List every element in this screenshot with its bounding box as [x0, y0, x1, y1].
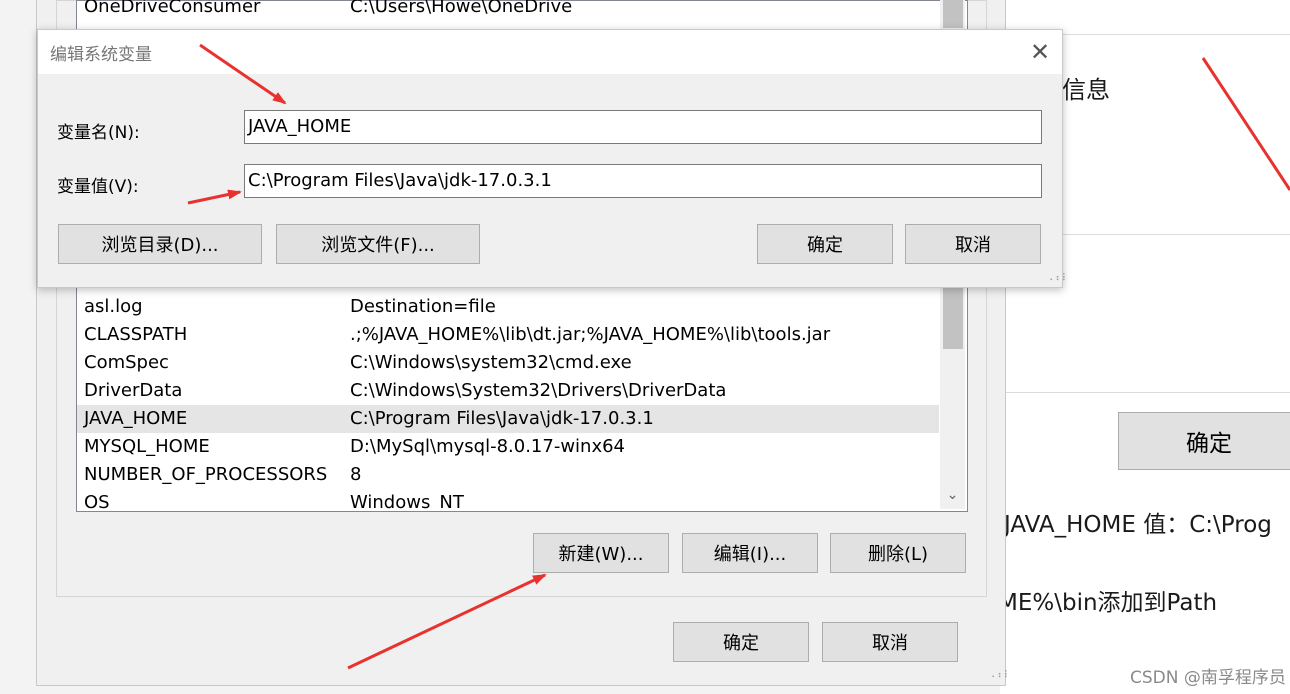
resize-grip-icon[interactable]: ⠠⠰⠸ [988, 670, 1008, 681]
variable-name: OneDriveConsumer [84, 0, 261, 17]
variable-value-label: 变量值(V): [57, 177, 139, 197]
variable-name: CLASSPATH [84, 324, 188, 345]
dialog-ok-button[interactable]: 确定 [757, 224, 893, 264]
dialog-title: 编辑系统变量 [50, 45, 152, 65]
variable-name: OS [84, 492, 110, 509]
table-row[interactable]: MYSQL_HOME D:\MySql\mysql-8.0.17-winx64 [77, 433, 939, 461]
variable-name: MYSQL_HOME [84, 436, 210, 457]
variable-value: Windows_NT [350, 492, 464, 509]
variable-value: Destination=file [350, 296, 496, 317]
variable-value: D:\MySql\mysql-8.0.17-winx64 [350, 436, 626, 457]
variable-name: asl.log [84, 296, 143, 317]
divider [1000, 392, 1290, 393]
close-icon[interactable]: ✕ [1023, 35, 1057, 69]
browse-directory-button[interactable]: 浏览目录(D)... [58, 224, 262, 264]
dialog-cancel-button[interactable]: 取消 [905, 224, 1041, 264]
background-text-line: JAVA_HOME 值：C:\Prog [1004, 512, 1272, 538]
variable-name: NUMBER_OF_PROCESSORS [84, 464, 328, 485]
variable-name-field[interactable]: JAVA_HOME [244, 110, 1042, 144]
edit-system-variable-dialog: 编辑系统变量 ✕ 变量名(N): JAVA_HOME 变量值(V): C:\Pr… [37, 29, 1066, 288]
variable-value: C:\Windows\system32\cmd.exe [350, 352, 632, 373]
table-row[interactable]: asl.log Destination=file [77, 293, 939, 321]
scrollbar-thumb[interactable] [943, 0, 963, 28]
dialog-titlebar: 编辑系统变量 ✕ [38, 30, 1062, 74]
watermark: CSDN @南孚程序员 [1130, 668, 1286, 688]
variable-value: C:\Program Files\Java\jdk-17.0.3.1 [350, 408, 654, 429]
resize-grip-icon[interactable]: ⠠⠰⠸ [1046, 273, 1066, 284]
table-row[interactable]: DriverData C:\Windows\System32\Drivers\D… [77, 377, 939, 405]
variable-value-field[interactable]: C:\Program Files\Java\jdk-17.0.3.1 [244, 164, 1042, 198]
table-row-selected[interactable]: JAVA_HOME C:\Program Files\Java\jdk-17.0… [77, 405, 939, 433]
variable-value: 8 [350, 464, 362, 485]
chevron-down-icon[interactable]: ⌄ [940, 484, 965, 506]
variable-name: DriverData [84, 380, 183, 401]
cancel-button[interactable]: 取消 [822, 622, 958, 662]
delete-button[interactable]: 删除(L) [830, 533, 966, 573]
background-ok-button[interactable]: 确定 [1118, 412, 1290, 470]
variable-name: ComSpec [84, 352, 169, 373]
browse-file-button[interactable]: 浏览文件(F)... [276, 224, 480, 264]
table-row[interactable]: OS Windows_NT [77, 489, 939, 509]
variable-name-label: 变量名(N): [57, 123, 140, 143]
table-row[interactable]: ComSpec C:\Windows\system32\cmd.exe [77, 349, 939, 377]
background-text-line: ME%\bin添加到Path [998, 590, 1218, 616]
scrollbar-thumb[interactable] [943, 287, 963, 349]
variable-value: .;%JAVA_HOME%\lib\dt.jar;%JAVA_HOME%\lib… [350, 324, 831, 345]
table-row[interactable]: OneDriveConsumer C:\Users\Howe\OneDrive [77, 0, 939, 21]
variable-value: C:\Windows\System32\Drivers\DriverData [350, 380, 727, 401]
edit-button[interactable]: 编辑(I)... [682, 533, 818, 573]
variable-value: C:\Users\Howe\OneDrive [350, 0, 573, 17]
variable-name: JAVA_HOME [84, 408, 188, 429]
table-row[interactable]: CLASSPATH .;%JAVA_HOME%\lib\dt.jar;%JAVA… [77, 321, 939, 349]
ok-button[interactable]: 确定 [673, 622, 809, 662]
new-button[interactable]: 新建(W)... [533, 533, 669, 573]
table-row[interactable]: NUMBER_OF_PROCESSORS 8 [77, 461, 939, 489]
